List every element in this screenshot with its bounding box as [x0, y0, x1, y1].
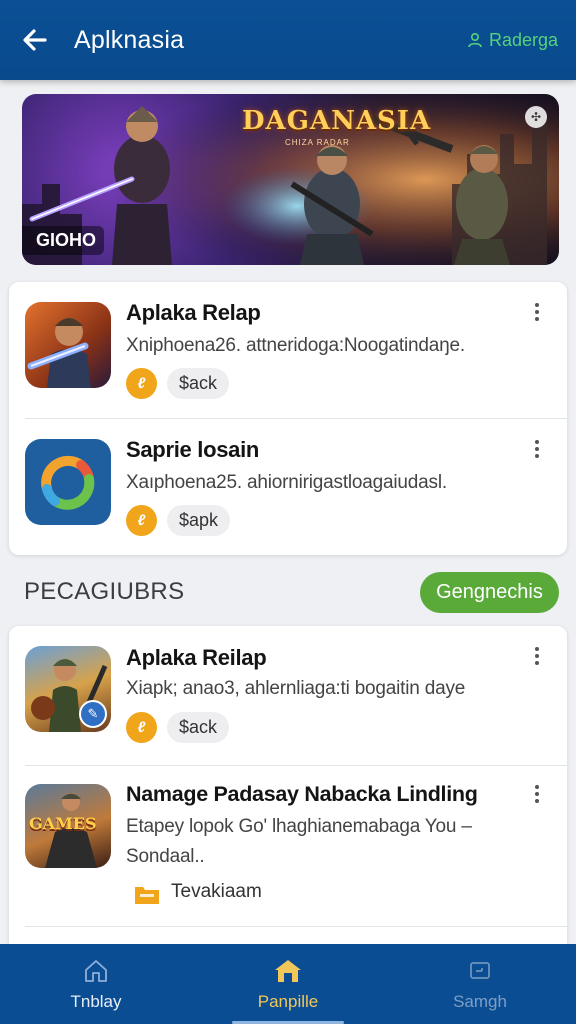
coin-icon: ℓ: [126, 368, 157, 399]
app-description: Etapey lopok Go' lhaghianemabaga You –: [126, 816, 472, 837]
price-chip[interactable]: $ack: [167, 368, 230, 399]
app-name: Aplaka Relap: [126, 300, 261, 325]
promo-banner[interactable]: DAGANASIA CHIZA RADAR ✣ GIOHO: [22, 94, 559, 265]
app-description-continued: Sondaal..: [126, 846, 205, 867]
home-icon: [85, 960, 107, 982]
featured-app-list: Aplaka Relap Xniphoena26. attneridoga:No…: [9, 282, 567, 555]
section-title: PECAGIUBRS: [24, 578, 185, 605]
app-name: Saprie losain: [126, 437, 260, 462]
back-button[interactable]: [18, 23, 52, 57]
banner-badge: GIOHO: [22, 226, 105, 255]
price-chip[interactable]: $apk: [167, 505, 231, 536]
nav-label: Tnblay: [70, 992, 122, 1011]
page-title: Aplknasia: [74, 25, 185, 54]
list-item[interactable]: Saprie losain Xaıphoena25. ahiornirigast…: [9, 419, 567, 555]
more-options-button[interactable]: [527, 642, 547, 670]
soldier-icon: [27, 318, 91, 388]
app-list: ✎ Aplaka Reilap Xiapk; anao3, ahlernliag…: [9, 626, 567, 956]
nav-item-home[interactable]: Tnblay: [0, 944, 192, 1024]
user-icon: [468, 32, 482, 48]
house-filled-icon: [275, 960, 301, 982]
more-options-button[interactable]: [527, 435, 547, 463]
bottom-navigation: Tnblay Panpille Samgh: [0, 944, 576, 1024]
app-icon-game: [25, 302, 111, 388]
sync-icon: [41, 455, 95, 510]
more-options-button[interactable]: [527, 780, 547, 808]
banner-info-icon[interactable]: ✣: [525, 106, 547, 128]
section-action-button[interactable]: Gengnechis: [420, 572, 559, 613]
banner-logo: DAGANASIA: [242, 106, 432, 136]
account-label: Raderga: [488, 29, 558, 50]
app-icon-games: GAMES: [25, 784, 111, 868]
list-item[interactable]: GAMES Namage Padasay Nabacka Lindling Et…: [9, 766, 567, 926]
app-description: Xniphoena26. attneridoga:Noogatindaŋe.: [126, 335, 465, 356]
app-description: Xaıphoena25. ahiornirigastloagaiudasl.: [126, 472, 447, 493]
app-name: Aplaka Reilap: [126, 645, 267, 670]
list-item[interactable]: ✎ Aplaka Reilap Xiapk; anao3, ahlernliag…: [9, 626, 567, 764]
app-name: Namage Padasay Nabacka Lindling: [126, 782, 478, 806]
banner-logo-subtitle: CHIZA RADAR: [285, 138, 350, 147]
price-chip[interactable]: $ack: [167, 712, 230, 743]
arrow-left-icon: [23, 29, 47, 51]
account-button[interactable]: Raderga: [467, 30, 558, 51]
nav-item-library[interactable]: Panpille: [192, 944, 384, 1024]
app-icon-sync: [25, 439, 111, 525]
nav-label: Samgh: [453, 992, 507, 1011]
search-icon: [470, 962, 490, 979]
folder-icon: [135, 887, 159, 904]
category-tag: Tevakiaam: [171, 881, 262, 902]
divider: [25, 926, 567, 927]
coin-icon: ℓ: [126, 712, 157, 743]
nav-item-search[interactable]: Samgh: [384, 944, 576, 1024]
nav-label: Panpille: [257, 992, 319, 1011]
app-header: Aplknasia Raderga: [0, 0, 576, 80]
app-description: Xiapk; anao3, ahlernliaga:ti bogaitin da…: [126, 678, 466, 699]
more-options-button[interactable]: [527, 298, 547, 326]
games-logo-text: GAMES: [29, 814, 97, 833]
list-item[interactable]: Aplaka Relap Xniphoena26. attneridoga:No…: [9, 282, 567, 418]
app-icon-game: ✎: [25, 646, 111, 732]
edit-badge-icon: ✎: [79, 700, 107, 728]
coin-icon: ℓ: [126, 505, 157, 536]
